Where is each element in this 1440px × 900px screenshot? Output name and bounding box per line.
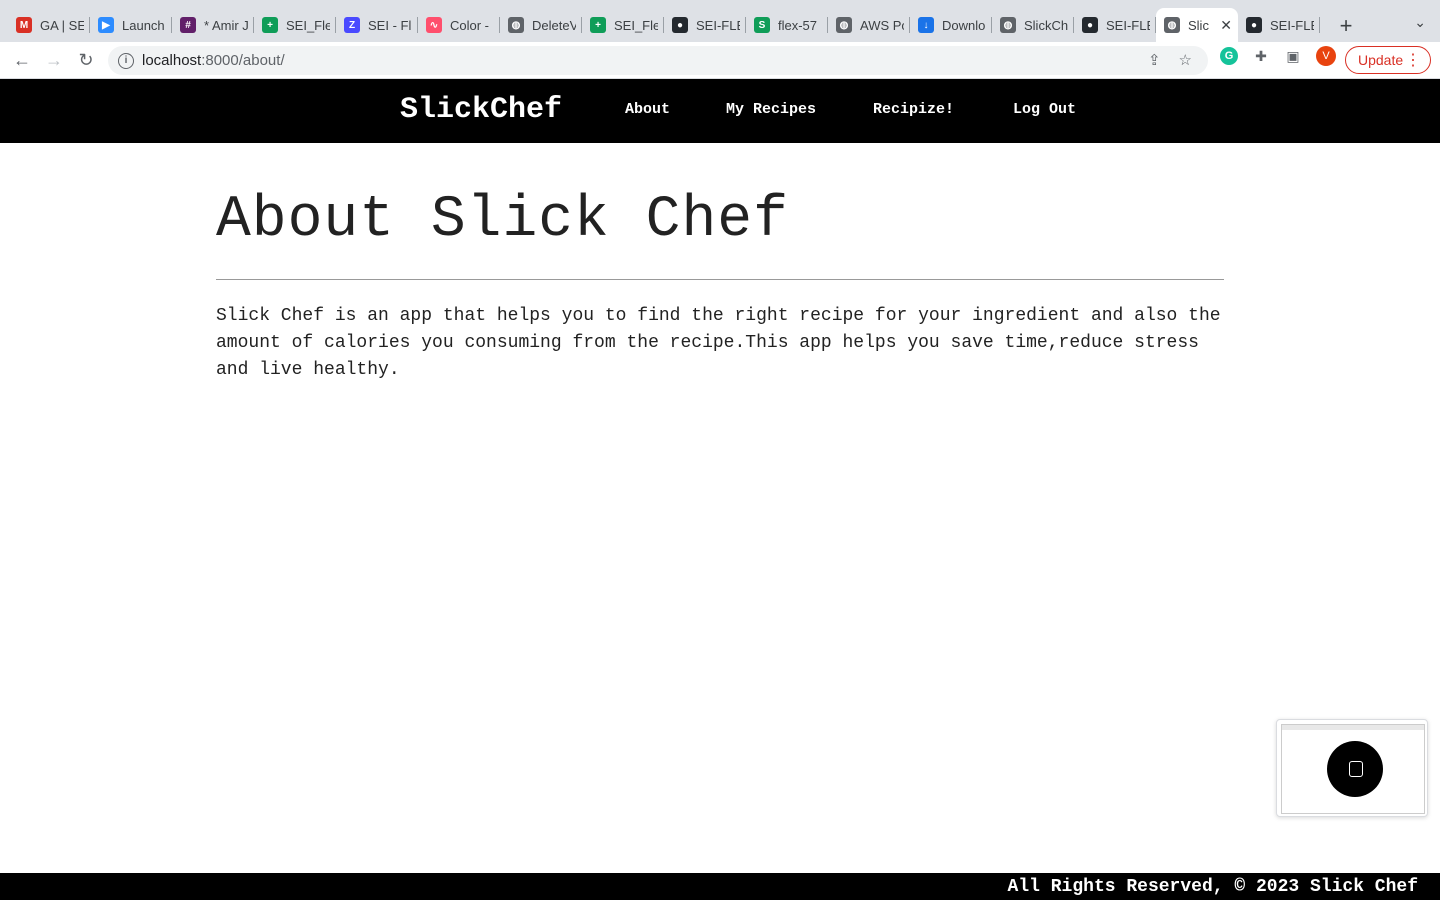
address-bar[interactable]: i localhost:8000/about/ ⇪ ☆ <box>108 46 1208 75</box>
browser-tab-title: flex-57 <box>778 17 818 33</box>
browser-tab-title: SEI-FLE <box>696 17 740 33</box>
coolors-icon: ∿ <box>426 17 442 33</box>
browser-tab-title: * Amir J <box>204 17 248 33</box>
nav-link-about[interactable]: About <box>625 101 670 118</box>
back-arrow-icon[interactable]: ← <box>7 45 37 75</box>
screenshot-thumbnail[interactable] <box>1276 719 1428 817</box>
download-icon: ↓ <box>918 17 934 33</box>
browser-tab[interactable]: + SEI_Fle <box>254 9 336 41</box>
browser-tab[interactable]: ▶ Launch <box>90 9 172 41</box>
bookmark-star-icon[interactable]: ☆ <box>1179 51 1192 69</box>
nav-link-log-out[interactable]: Log Out <box>1013 101 1076 118</box>
sheets-icon: + <box>590 17 606 33</box>
site-brand-logo[interactable]: SlickChef <box>400 93 562 127</box>
browser-tab-title: GA | SE <box>40 17 84 33</box>
browser-tab-title: DeleteV <box>532 17 576 33</box>
browser-tab[interactable]: ∿ Color - <box>418 9 500 41</box>
browser-tab[interactable]: + SEI_Fle <box>582 9 664 41</box>
about-section: About Slick Chef Slick Chef is an app th… <box>216 143 1224 384</box>
browser-tab[interactable]: M GA | SE <box>8 9 90 41</box>
browser-tab[interactable]: ● SEI-FLE <box>664 9 746 41</box>
browser-tab-strip: M GA | SE ▶ Launch # * Amir J + SEI_Fle Z SEI - F… <box>0 0 1440 42</box>
zoom-icon: ▶ <box>98 17 114 33</box>
site-footer: All Rights Reserved, © 2023 Slick Chef <box>0 873 1440 900</box>
address-url: localhost:8000/about/ <box>142 52 285 69</box>
nav-link-recipize[interactable]: Recipize! <box>873 101 954 118</box>
slack-icon: # <box>180 17 196 33</box>
browser-tab[interactable]: Sflex-57 <box>746 9 828 41</box>
globe-icon: ◍ <box>1000 17 1016 33</box>
browser-tab-title: Slic <box>1188 17 1209 33</box>
browser-tab-title: Color - <box>450 17 490 33</box>
github-icon: ● <box>1246 17 1262 33</box>
thumbnail-browser-bar <box>1282 725 1424 730</box>
globe-icon: ◍ <box>836 17 852 33</box>
share-icon[interactable]: ⇪ <box>1148 51 1161 69</box>
browser-tab-title: SEI - Fl <box>368 17 412 33</box>
profile-avatar[interactable]: V <box>1316 46 1336 66</box>
page-title: About Slick Chef <box>216 188 789 253</box>
puzzle-extensions-icon[interactable]: ✚ <box>1252 47 1270 65</box>
globe-icon: ◍ <box>508 17 524 33</box>
update-button[interactable]: Update ⋮ <box>1345 46 1431 74</box>
browser-tab-title: SEI-FLE <box>1106 17 1150 33</box>
browser-tab[interactable]: ◍ AWS Po <box>828 9 910 41</box>
browser-tab-title: Launch <box>122 17 165 33</box>
github-icon: ● <box>1082 17 1098 33</box>
new-tab-button[interactable]: + <box>1330 10 1362 42</box>
globe-icon: ◍ <box>1164 17 1180 33</box>
browser-tab[interactable]: ◍ Slic ✕ <box>1156 8 1238 42</box>
more-menu-icon[interactable]: ⋮ <box>1405 50 1421 70</box>
browser-tab[interactable]: ↓ Downlo <box>910 9 992 41</box>
github-icon: ● <box>672 17 688 33</box>
thumbnail-chef-logo-icon <box>1327 741 1383 797</box>
site-navbar: SlickChef About My Recipes Recipize! Log… <box>0 79 1440 143</box>
browser-tab-title: SEI_Fle <box>614 17 658 33</box>
tab-list: M GA | SE ▶ Launch # * Amir J + SEI_Fle Z SEI - F… <box>0 0 1320 42</box>
nav-link-my-recipes[interactable]: My Recipes <box>726 101 816 118</box>
side-panel-icon[interactable]: ▣ <box>1284 47 1302 65</box>
browser-tab[interactable]: Z SEI - Fl <box>336 9 418 41</box>
tab-search-chevron-icon[interactable]: ⌄ <box>1414 14 1426 31</box>
site-info-icon[interactable]: i <box>118 52 134 69</box>
browser-tab-title: SEI_Fle <box>286 17 330 33</box>
sheets-icon: S <box>754 17 770 33</box>
title-divider <box>216 279 1224 280</box>
browser-tab[interactable]: ● SEI-FLE <box>1074 9 1156 41</box>
forward-arrow-icon[interactable]: → <box>39 45 69 75</box>
sheets-icon: + <box>262 17 278 33</box>
browser-tab[interactable]: # * Amir J <box>172 9 254 41</box>
browser-tab[interactable]: ● SEI-FLE <box>1238 9 1320 41</box>
reload-icon[interactable]: ↻ <box>71 45 101 75</box>
browser-tab-title: SEI-FLE <box>1270 17 1314 33</box>
browser-tab-title: AWS Po <box>860 17 904 33</box>
extensions-area: G ✚ ▣ V <box>1220 46 1336 66</box>
browser-tab[interactable]: ◍ SlickCh <box>992 9 1074 41</box>
browser-tab[interactable]: ◍ DeleteV <box>500 9 582 41</box>
update-button-label: Update <box>1358 52 1404 68</box>
browser-tab-title: Downlo <box>942 17 986 33</box>
gmail-icon: M <box>16 17 32 33</box>
grammarly-icon[interactable]: G <box>1220 47 1238 65</box>
close-tab-icon[interactable]: ✕ <box>1220 17 1232 34</box>
thumbnail-preview <box>1281 724 1425 814</box>
zapier-icon: Z <box>344 17 360 33</box>
about-description: Slick Chef is an app that helps you to f… <box>216 306 1221 380</box>
browser-tab-title: SlickCh <box>1024 17 1068 33</box>
